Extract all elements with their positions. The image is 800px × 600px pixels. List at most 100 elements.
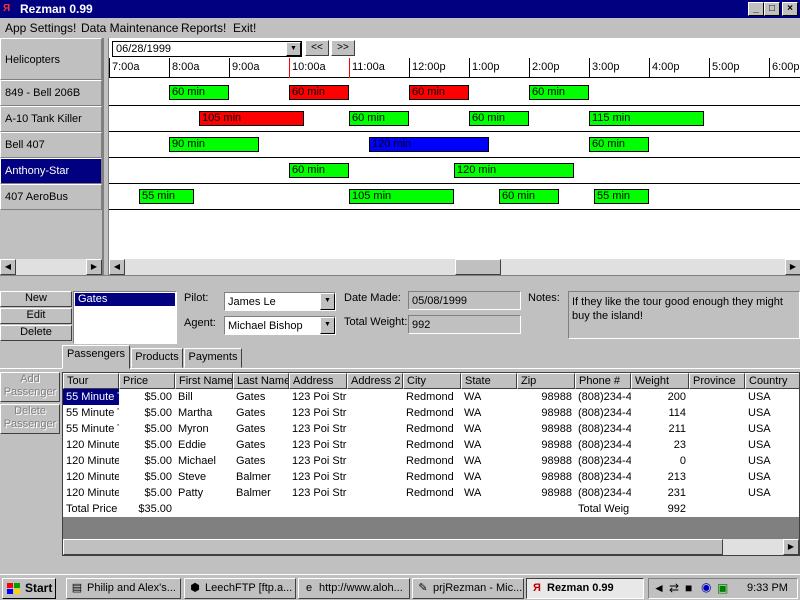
table-cell[interactable]: 98988 bbox=[517, 485, 575, 501]
speaker-icon[interactable]: ◄ bbox=[653, 581, 665, 595]
grid-scrollbar[interactable]: ▶ bbox=[63, 539, 799, 555]
table-row[interactable]: 55 Minute T $5.00 Martha Gates 123 Poi Str Re… bbox=[63, 405, 799, 421]
table-cell[interactable]: 98988 bbox=[517, 453, 575, 469]
schedule-scrollbar[interactable]: ◀ ▶ bbox=[109, 259, 800, 275]
table-cell[interactable]: 213 bbox=[631, 469, 689, 485]
table-row[interactable]: 120 Minute $5.00 Steve Balmer 123 Poi Str Red… bbox=[63, 469, 799, 485]
table-cell[interactable] bbox=[347, 389, 403, 405]
table-cell[interactable]: Balmer bbox=[233, 485, 289, 501]
tour-booking-block[interactable]: 120 min bbox=[369, 137, 489, 152]
table-cell[interactable]: 120 Minute bbox=[63, 485, 119, 501]
table-cell[interactable]: $5.00 bbox=[119, 453, 175, 469]
taskbar-item[interactable]: ⬢ LeechFTP [ftp.a... bbox=[184, 578, 296, 599]
lock-icon[interactable]: ■ bbox=[685, 581, 692, 595]
table-cell[interactable]: 55 Minute T bbox=[63, 405, 119, 421]
menu-reports[interactable]: Reports! bbox=[181, 21, 226, 35]
table-cell[interactable]: 23 bbox=[631, 437, 689, 453]
menu-data-maintenance[interactable]: Data Maintenance bbox=[81, 21, 178, 35]
table-cell[interactable]: Eddie bbox=[175, 437, 233, 453]
table-cell[interactable]: (808)234-4 bbox=[575, 437, 631, 453]
close-button[interactable]: × bbox=[782, 2, 798, 16]
table-cell[interactable]: WA bbox=[461, 469, 517, 485]
scroll-thumb[interactable] bbox=[63, 539, 723, 555]
column-header[interactable]: First Name bbox=[175, 373, 233, 389]
column-header[interactable]: Province bbox=[689, 373, 745, 389]
table-cell[interactable]: Gates bbox=[233, 421, 289, 437]
table-cell[interactable]: 231 bbox=[631, 485, 689, 501]
tour-booking-block[interactable]: 60 min bbox=[169, 85, 229, 100]
table-cell[interactable]: 123 Poi Str bbox=[289, 389, 347, 405]
scroll-thumb[interactable] bbox=[455, 259, 501, 275]
table-cell[interactable]: Redmond bbox=[403, 437, 461, 453]
table-cell[interactable]: 98988 bbox=[517, 421, 575, 437]
scroll-right-arrow-icon[interactable]: ▶ bbox=[785, 259, 800, 275]
column-header[interactable]: Weight bbox=[631, 373, 689, 389]
table-cell[interactable]: $5.00 bbox=[119, 485, 175, 501]
column-header[interactable]: City bbox=[403, 373, 461, 389]
previous-day-button[interactable]: << bbox=[305, 40, 329, 56]
table-cell[interactable]: $5.00 bbox=[119, 469, 175, 485]
monitor-icon[interactable]: ▣ bbox=[717, 581, 728, 595]
column-header[interactable]: Zip bbox=[517, 373, 575, 389]
table-cell[interactable] bbox=[347, 437, 403, 453]
column-header[interactable]: Address bbox=[289, 373, 347, 389]
table-cell[interactable]: USA bbox=[745, 405, 799, 421]
table-cell[interactable]: Myron bbox=[175, 421, 233, 437]
menu-exit[interactable]: Exit! bbox=[233, 21, 256, 35]
table-cell[interactable] bbox=[689, 437, 745, 453]
table-cell[interactable]: 98988 bbox=[517, 469, 575, 485]
table-cell[interactable]: (808)234-4 bbox=[575, 389, 631, 405]
table-cell[interactable]: USA bbox=[745, 389, 799, 405]
table-cell[interactable]: (808)234-4 bbox=[575, 421, 631, 437]
table-cell[interactable]: 98988 bbox=[517, 437, 575, 453]
tour-booking-block[interactable]: 60 min bbox=[589, 137, 649, 152]
column-header[interactable]: Price bbox=[119, 373, 175, 389]
helicopter-list-scrollbar[interactable]: ◀ ▶ bbox=[0, 259, 102, 275]
table-cell[interactable]: USA bbox=[745, 485, 799, 501]
clock[interactable]: 9:33 PM bbox=[747, 582, 788, 594]
scroll-left-arrow-icon[interactable]: ◀ bbox=[109, 259, 125, 275]
table-cell[interactable]: Steve bbox=[175, 469, 233, 485]
table-cell[interactable] bbox=[347, 485, 403, 501]
tour-booking-block[interactable]: 105 min bbox=[349, 189, 454, 204]
start-button[interactable]: Start bbox=[2, 578, 56, 599]
table-cell[interactable]: 120 Minute bbox=[63, 437, 119, 453]
table-cell[interactable]: Bill bbox=[175, 389, 233, 405]
column-header[interactable]: State bbox=[461, 373, 517, 389]
table-cell[interactable]: $5.00 bbox=[119, 405, 175, 421]
edit-booking-button[interactable]: Edit bbox=[0, 308, 72, 324]
scroll-left-arrow-icon[interactable]: ◀ bbox=[0, 259, 16, 275]
table-cell[interactable]: 123 Poi Str bbox=[289, 437, 347, 453]
table-cell[interactable]: Gates bbox=[233, 453, 289, 469]
table-cell[interactable]: WA bbox=[461, 405, 517, 421]
column-header[interactable]: Tour bbox=[63, 373, 119, 389]
title-bar[interactable]: Я Rezman 0.99 _ □ × bbox=[0, 0, 800, 18]
tour-booking-block[interactable]: 90 min bbox=[169, 137, 259, 152]
table-cell[interactable]: 55 Minute T bbox=[63, 389, 119, 405]
table-cell[interactable]: 114 bbox=[631, 405, 689, 421]
menu-app-settings[interactable]: App Settings! bbox=[5, 21, 76, 35]
helicopter-item[interactable]: 407 AeroBus bbox=[0, 184, 102, 210]
table-cell[interactable] bbox=[689, 389, 745, 405]
table-cell[interactable]: USA bbox=[745, 453, 799, 469]
table-cell[interactable]: 123 Poi Str bbox=[289, 405, 347, 421]
table-cell[interactable]: 120 Minute bbox=[63, 453, 119, 469]
column-header[interactable]: Country bbox=[745, 373, 799, 389]
chevron-down-icon[interactable]: ▼ bbox=[320, 293, 335, 310]
tour-booking-block[interactable]: 60 min bbox=[289, 85, 349, 100]
table-row[interactable]: 55 Minute T $5.00 Bill Gates 123 Poi Str Redm… bbox=[63, 389, 799, 405]
pilot-select[interactable]: James Le ▼ bbox=[224, 292, 336, 311]
table-cell[interactable]: $5.00 bbox=[119, 389, 175, 405]
table-cell[interactable]: $5.00 bbox=[119, 421, 175, 437]
table-cell[interactable]: Redmond bbox=[403, 389, 461, 405]
add-passenger-button[interactable]: Add Passenger bbox=[0, 372, 60, 402]
maximize-button[interactable]: □ bbox=[764, 2, 780, 16]
table-row[interactable]: 120 Minute $5.00 Patty Balmer 123 Poi Str Red… bbox=[63, 485, 799, 501]
table-cell[interactable]: Balmer bbox=[233, 469, 289, 485]
tour-booking-block[interactable]: 55 min bbox=[594, 189, 649, 204]
next-day-button[interactable]: >> bbox=[331, 40, 355, 56]
scroll-right-arrow-icon[interactable]: ▶ bbox=[86, 259, 102, 275]
table-cell[interactable]: 123 Poi Str bbox=[289, 421, 347, 437]
table-cell[interactable]: WA bbox=[461, 453, 517, 469]
chevron-down-icon[interactable]: ▼ bbox=[320, 317, 335, 334]
